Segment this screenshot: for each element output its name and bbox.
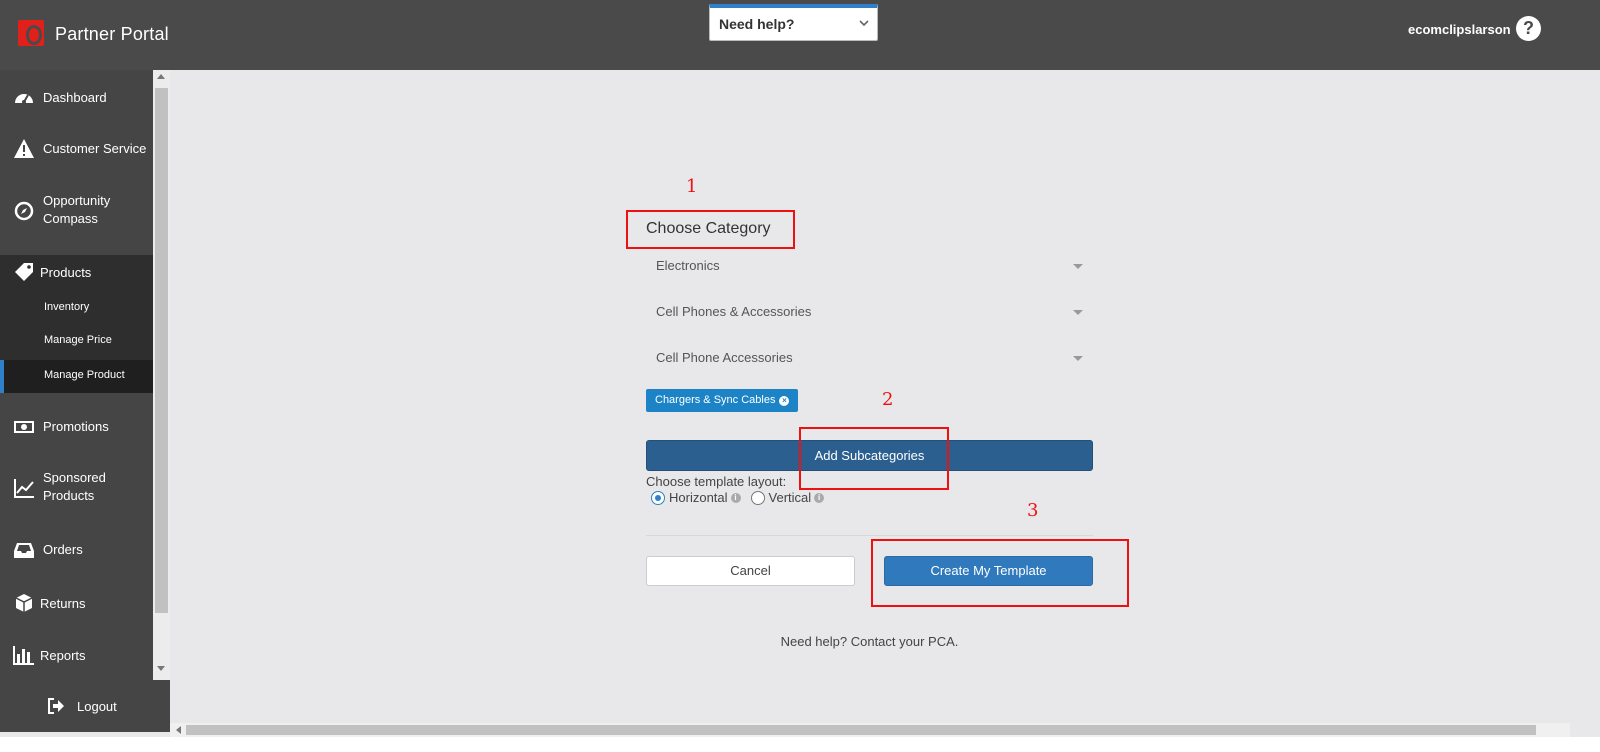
select-value: Electronics (656, 258, 720, 273)
username[interactable]: ecomclipslarson (1408, 22, 1511, 37)
caret-down-icon (1073, 310, 1083, 315)
info-icon[interactable]: i (730, 492, 741, 503)
caret-down-icon (1073, 264, 1083, 269)
radio-horizontal-label[interactable]: Horizontal (669, 490, 728, 505)
logout-icon (48, 698, 64, 714)
chevron-down-icon (859, 20, 869, 27)
sidebar-item-reports[interactable]: Reports (0, 644, 153, 666)
sidebar-item-label: Dashboard (43, 90, 107, 105)
annotation-box-3 (871, 539, 1129, 607)
sidebar-subitem-inventory[interactable]: Inventory (44, 301, 89, 313)
sidebar-item-label: Customer Service (43, 141, 147, 156)
warning-icon (14, 139, 34, 158)
bar-chart-icon (13, 646, 34, 665)
annotation-number-1: 1 (686, 176, 698, 197)
annotation-number-2: 2 (882, 389, 894, 410)
sidebar-item-label: Promotions (43, 419, 109, 434)
sidebar-item-orders[interactable]: Orders (0, 539, 153, 561)
radio-vertical-label[interactable]: Vertical (769, 490, 812, 505)
category-select-level-2[interactable]: Cell Phones & Accessories (646, 297, 1093, 327)
inbox-icon (14, 543, 34, 558)
sidebar-item-label: Reports (40, 648, 86, 663)
remove-chip-icon[interactable]: × (779, 396, 790, 406)
sidebar-item-label: Products (40, 265, 92, 280)
annotation-box-1 (626, 210, 795, 249)
return-box-icon (15, 594, 33, 612)
template-layout-options: Horizontal i Vertical i (651, 490, 825, 505)
cancel-button[interactable]: Cancel (646, 556, 855, 586)
radio-vertical[interactable] (750, 490, 765, 505)
dashboard-icon (15, 94, 33, 104)
sidebar-subitem-manage-product[interactable]: Manage Product (44, 369, 125, 381)
sidebar-subitem-manage-price[interactable]: Manage Price (44, 334, 112, 346)
subcategory-chip: Chargers & Sync Cables × (646, 389, 799, 412)
tag-icon (15, 263, 33, 281)
scroll-left-arrow-icon[interactable] (176, 726, 181, 734)
sidebar-item-label: Sponsored Products (43, 470, 106, 503)
sidebar-item-label: Returns (40, 596, 86, 611)
need-help-label: Need help? (719, 16, 795, 32)
radio-horizontal[interactable] (651, 490, 665, 505)
help-icon[interactable]: ? (1516, 16, 1541, 41)
chart-line-icon (14, 479, 34, 498)
annotation-number-3: 3 (1027, 500, 1039, 521)
category-select-level-1[interactable]: Electronics (646, 251, 1093, 281)
sidebar-item-sponsored-products[interactable]: Sponsored Products (0, 469, 153, 509)
scrollbar-thumb[interactable] (186, 725, 1536, 735)
sidebar: Dashboard Customer Service Opportunity C… (0, 70, 153, 680)
logo[interactable]: Partner Portal (18, 20, 169, 48)
bottom-strip (0, 737, 1600, 752)
app-title: Partner Portal (55, 23, 169, 44)
money-icon (14, 421, 34, 433)
select-value: Cell Phone Accessories (656, 350, 793, 365)
sidebar-item-dashboard[interactable]: Dashboard (0, 87, 153, 109)
sidebar-item-label: Opportunity Compass (43, 193, 111, 226)
scrollbar-thumb[interactable] (155, 88, 168, 613)
logout-button[interactable]: Logout (0, 680, 170, 732)
scroll-down-arrow-icon[interactable] (157, 666, 165, 671)
template-layout-label: Choose template layout: (646, 474, 787, 489)
category-select-level-3[interactable]: Cell Phone Accessories (646, 343, 1093, 373)
sidebar-item-opportunity-compass[interactable]: Opportunity Compass (0, 192, 153, 232)
help-contact-text: Need help? Contact your PCA. (780, 634, 959, 649)
sidebar-item-products[interactable]: Products (0, 261, 153, 283)
scroll-up-arrow-icon[interactable] (157, 74, 165, 79)
need-help-dropdown[interactable]: Need help? (709, 4, 878, 41)
caret-down-icon (1073, 356, 1083, 361)
horizontal-scrollbar[interactable] (170, 723, 1570, 737)
sidebar-item-label: Orders (43, 542, 83, 557)
sidebar-scrollbar[interactable] (153, 70, 170, 680)
select-value: Cell Phones & Accessories (656, 304, 812, 319)
compass-icon (14, 201, 34, 221)
top-bar: Partner Portal Need help? ecomclipslarso… (0, 0, 1600, 70)
divider (646, 535, 1093, 536)
annotation-box-2 (799, 427, 949, 490)
sidebar-item-customer-service[interactable]: Customer Service (0, 138, 153, 160)
logout-label: Logout (77, 699, 117, 714)
sidebar-item-returns[interactable]: Returns (0, 592, 153, 614)
info-icon[interactable]: i (814, 492, 825, 503)
sidebar-item-promotions[interactable]: Promotions (0, 416, 153, 438)
chip-label: Chargers & Sync Cables (655, 394, 776, 406)
partner-logo-icon (18, 20, 46, 48)
